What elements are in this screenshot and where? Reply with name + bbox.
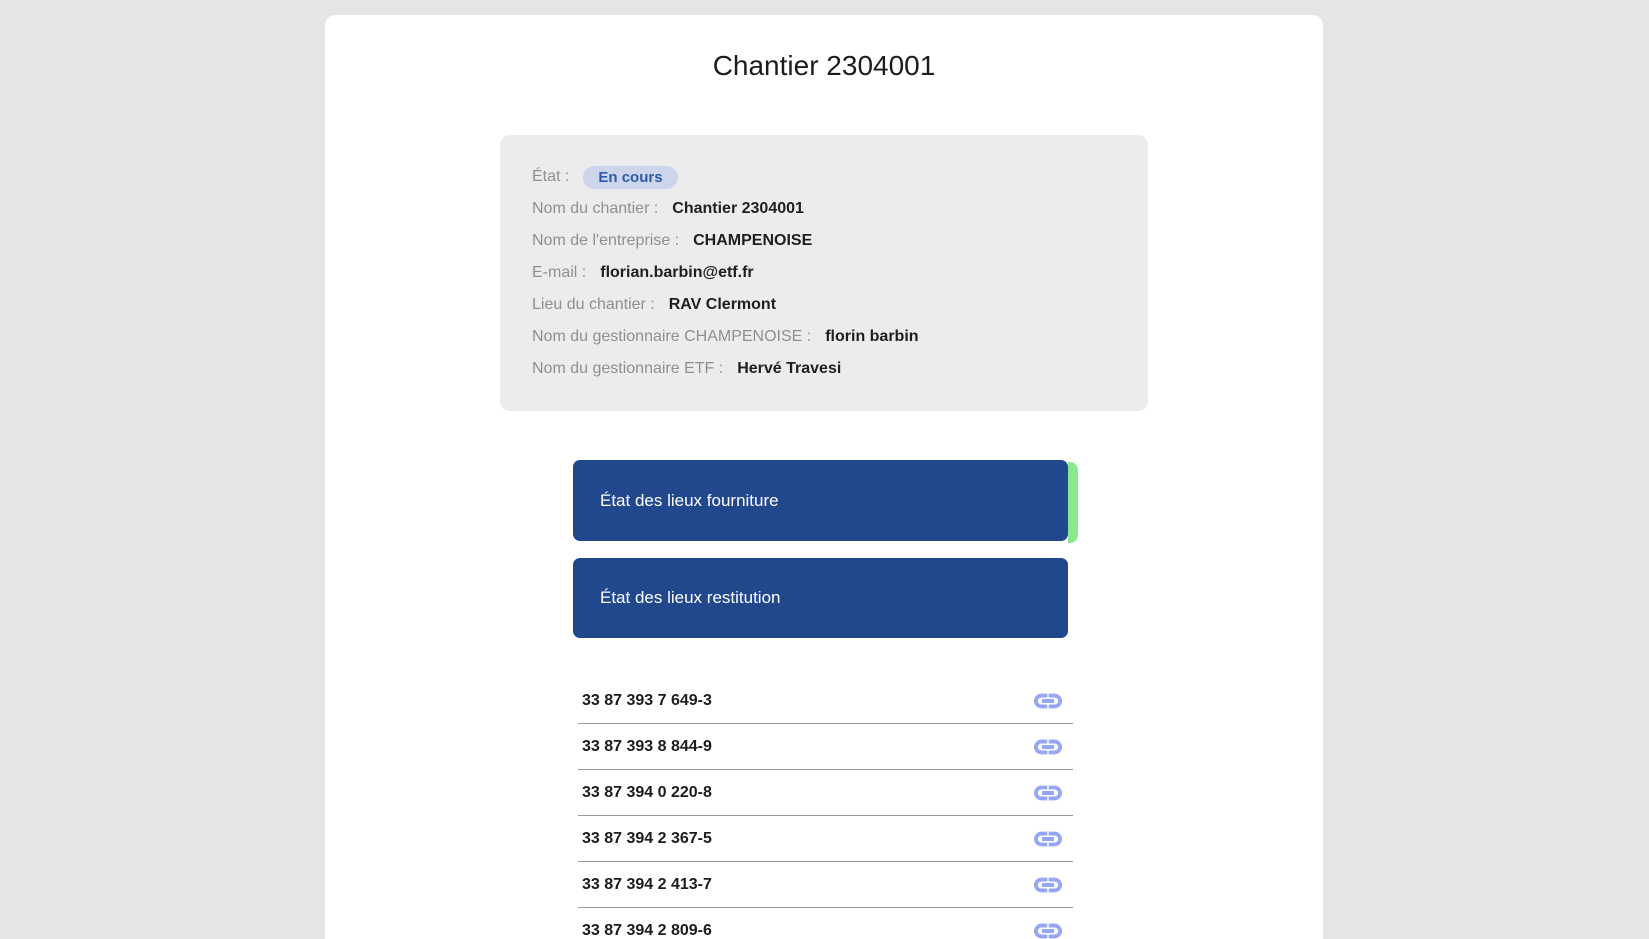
link-icon[interactable] [1032,685,1073,717]
page-title: Chantier 2304001 [325,48,1323,84]
field-label: Nom de l'entreprise : [532,232,679,250]
field-label: Nom du chantier : [532,200,658,218]
info-field-row: Lieu du chantier : RAV Clermont [532,289,1116,321]
link-icon[interactable] [1032,823,1073,855]
field-value: En cours [583,166,677,189]
info-field-row: Nom du gestionnaire CHAMPENOISE : florin… [532,321,1116,353]
page-background: Chantier 2304001 État : En cours Nom du … [0,0,1649,939]
link-icon[interactable] [1032,915,1073,939]
wagon-number: 33 87 393 8 844-9 [578,738,712,756]
link-icon[interactable] [1032,777,1073,809]
chantier-info-panel: État : En cours Nom du chantier : Chanti… [500,135,1148,411]
field-value: RAV Clermont [669,296,776,314]
etat-des-lieux-button[interactable]: État des lieux restitution [573,558,1068,638]
link-icon[interactable] [1032,731,1073,763]
list-item: 33 87 394 2 413-7 [578,862,1073,908]
info-field-row: Nom de l'entreprise : CHAMPENOISE [532,225,1116,257]
field-value: Chantier 2304001 [672,200,804,218]
wagon-number: 33 87 394 0 220-8 [578,784,712,802]
list-item: 33 87 393 8 844-9 [578,724,1073,770]
list-item: 33 87 394 2 367-5 [578,816,1073,862]
field-label: État : [532,168,569,186]
field-value: florin barbin [825,328,918,346]
wagon-number: 33 87 394 2 809-6 [578,922,712,939]
field-value: Hervé Travesi [737,360,841,378]
list-item: 33 87 393 7 649-3 [578,678,1073,724]
field-label: E-mail : [532,264,586,282]
wagon-number: 33 87 393 7 649-3 [578,692,712,710]
field-label: Nom du gestionnaire CHAMPENOISE : [532,328,811,346]
field-label: Nom du gestionnaire ETF : [532,360,723,378]
wagon-number: 33 87 394 2 413-7 [578,876,712,894]
link-icon[interactable] [1032,869,1073,901]
main-card: Chantier 2304001 État : En cours Nom du … [325,15,1323,939]
wagon-list: 33 87 393 7 649-3 33 87 393 8 844-9 [578,678,1073,939]
etat-des-lieux-button[interactable]: État des lieux fourniture [573,460,1068,541]
info-field-row: Nom du chantier : Chantier 2304001 [532,193,1116,225]
info-field-row: État : En cours [532,161,1116,193]
list-item: 33 87 394 0 220-8 [578,770,1073,816]
info-field-row: E-mail : florian.barbin@etf.fr [532,257,1116,289]
field-value: florian.barbin@etf.fr [600,264,753,282]
wagon-number: 33 87 394 2 367-5 [578,830,712,848]
field-value: CHAMPENOISE [693,232,812,250]
action-buttons: État des lieux fourniture État des lieux… [573,460,1068,638]
info-field-row: Nom du gestionnaire ETF : Hervé Travesi [532,353,1116,385]
action-button-label: État des lieux fourniture [600,491,779,511]
list-item: 33 87 394 2 809-6 [578,908,1073,939]
field-label: Lieu du chantier : [532,296,655,314]
action-button-label: État des lieux restitution [600,588,780,608]
